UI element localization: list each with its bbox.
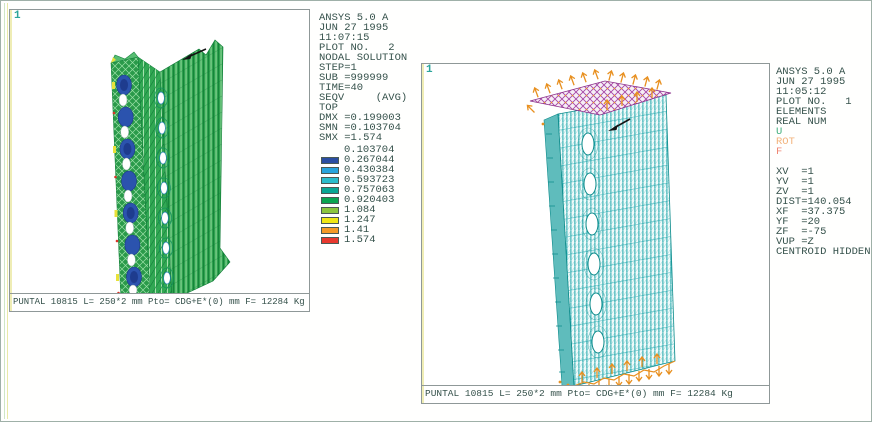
legend-swatch-empty xyxy=(321,147,339,154)
legend-row: 1.574 xyxy=(319,235,429,245)
info-line: SMX =1.574 xyxy=(319,133,429,143)
left-info-block: ANSYS 5.0 AJUN 27 199511:07:15PLOT NO. 2… xyxy=(319,13,429,245)
legend-color-swatch xyxy=(321,187,339,194)
dof-label: F xyxy=(776,147,872,157)
left-mesh-graphic xyxy=(10,10,309,294)
legend-color-swatch xyxy=(321,167,339,174)
centroid-status-line: CENTROID HIDDEN xyxy=(776,247,872,257)
dof-label: ROT xyxy=(776,137,872,147)
right-plot-window: 1 xyxy=(421,63,770,404)
legend-color-swatch xyxy=(321,227,339,234)
right-mesh-graphic xyxy=(422,64,769,386)
legend-color-swatch xyxy=(321,237,339,244)
legend-color-swatch xyxy=(321,177,339,184)
legend-color-swatch xyxy=(321,197,339,204)
left-plot-window: 1 xyxy=(9,9,310,312)
right-info-block: ANSYS 5.0 AJUN 27 199511:05:12PLOT NO. 1… xyxy=(776,67,872,257)
right-caption: PUNTAL 10815 L= 250*2 mm Pto= CDG+E*(0) … xyxy=(422,385,769,403)
left-caption: PUNTAL 10815 L= 250*2 mm Pto= CDG+E*(0) … xyxy=(10,293,309,311)
right-info-lines: ANSYS 5.0 AJUN 27 199511:05:12PLOT NO. 1… xyxy=(776,67,872,127)
stress-legend: 0.103704 0.267044 0.430384 xyxy=(319,145,429,245)
info-line: REAL NUM xyxy=(776,117,872,127)
legend-color-swatch xyxy=(321,217,339,224)
ansys-screen: 1 xyxy=(0,0,872,422)
legend-color-swatch xyxy=(321,207,339,214)
left-info-lines: ANSYS 5.0 AJUN 27 199511:07:15PLOT NO. 2… xyxy=(319,13,429,143)
legend-color-swatch xyxy=(321,157,339,164)
legend-value-label: 1.574 xyxy=(344,235,376,245)
legend-entries: 0.267044 0.430384 0.593723 0.757 xyxy=(319,155,429,245)
view-settings-lines: XV =1YV =1ZV =1DIST=140.054XF =37.375YF … xyxy=(776,167,872,247)
legend-row: 1.247 xyxy=(319,215,429,225)
dof-label-list: UROTF xyxy=(776,127,872,157)
